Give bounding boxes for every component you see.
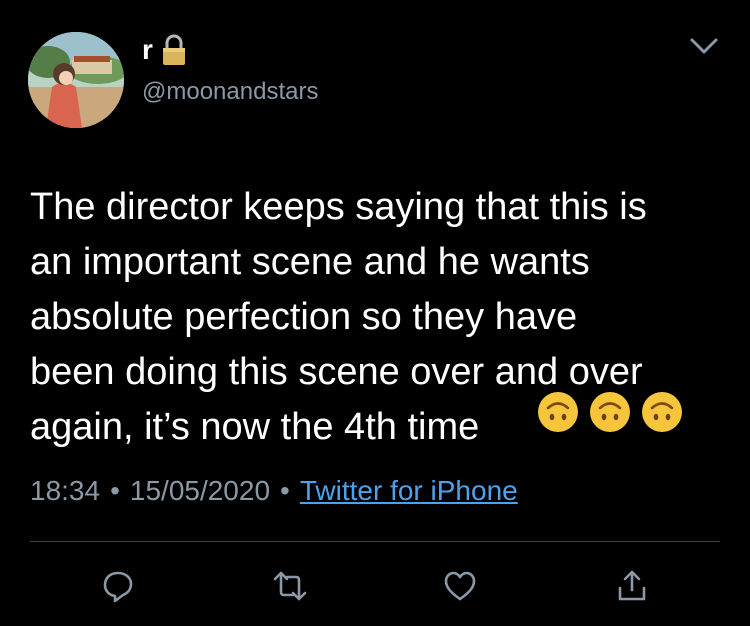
meta-separator: •: [110, 475, 120, 506]
heart-icon[interactable]: [442, 568, 478, 604]
retweet-icon[interactable]: [272, 568, 308, 604]
upside-down-face-emoji: [538, 392, 578, 432]
meta-separator: •: [280, 475, 290, 506]
user-handle[interactable]: @moonandstars: [142, 78, 318, 106]
tweet-date: 15/05/2020: [129, 475, 271, 506]
tweet-time: 18:34: [30, 475, 101, 506]
action-bar: [0, 560, 750, 610]
reply-icon[interactable]: [100, 568, 136, 604]
lock-icon: [161, 34, 187, 66]
display-name[interactable]: r: [142, 34, 153, 66]
name-row: r: [142, 34, 187, 66]
upside-down-face-emoji: [590, 392, 630, 432]
share-icon[interactable]: [614, 568, 650, 604]
tweet-meta: 18:34 • 15/05/2020 • Twitter for iPhone: [30, 474, 518, 508]
upside-down-face-emoji: [642, 392, 682, 432]
chevron-down-icon[interactable]: [686, 34, 722, 58]
divider: [30, 541, 720, 542]
tweet-source-link[interactable]: Twitter for iPhone: [300, 474, 518, 508]
avatar-image: [28, 32, 124, 128]
avatar[interactable]: [28, 32, 124, 128]
emoji-group: [537, 391, 683, 433]
